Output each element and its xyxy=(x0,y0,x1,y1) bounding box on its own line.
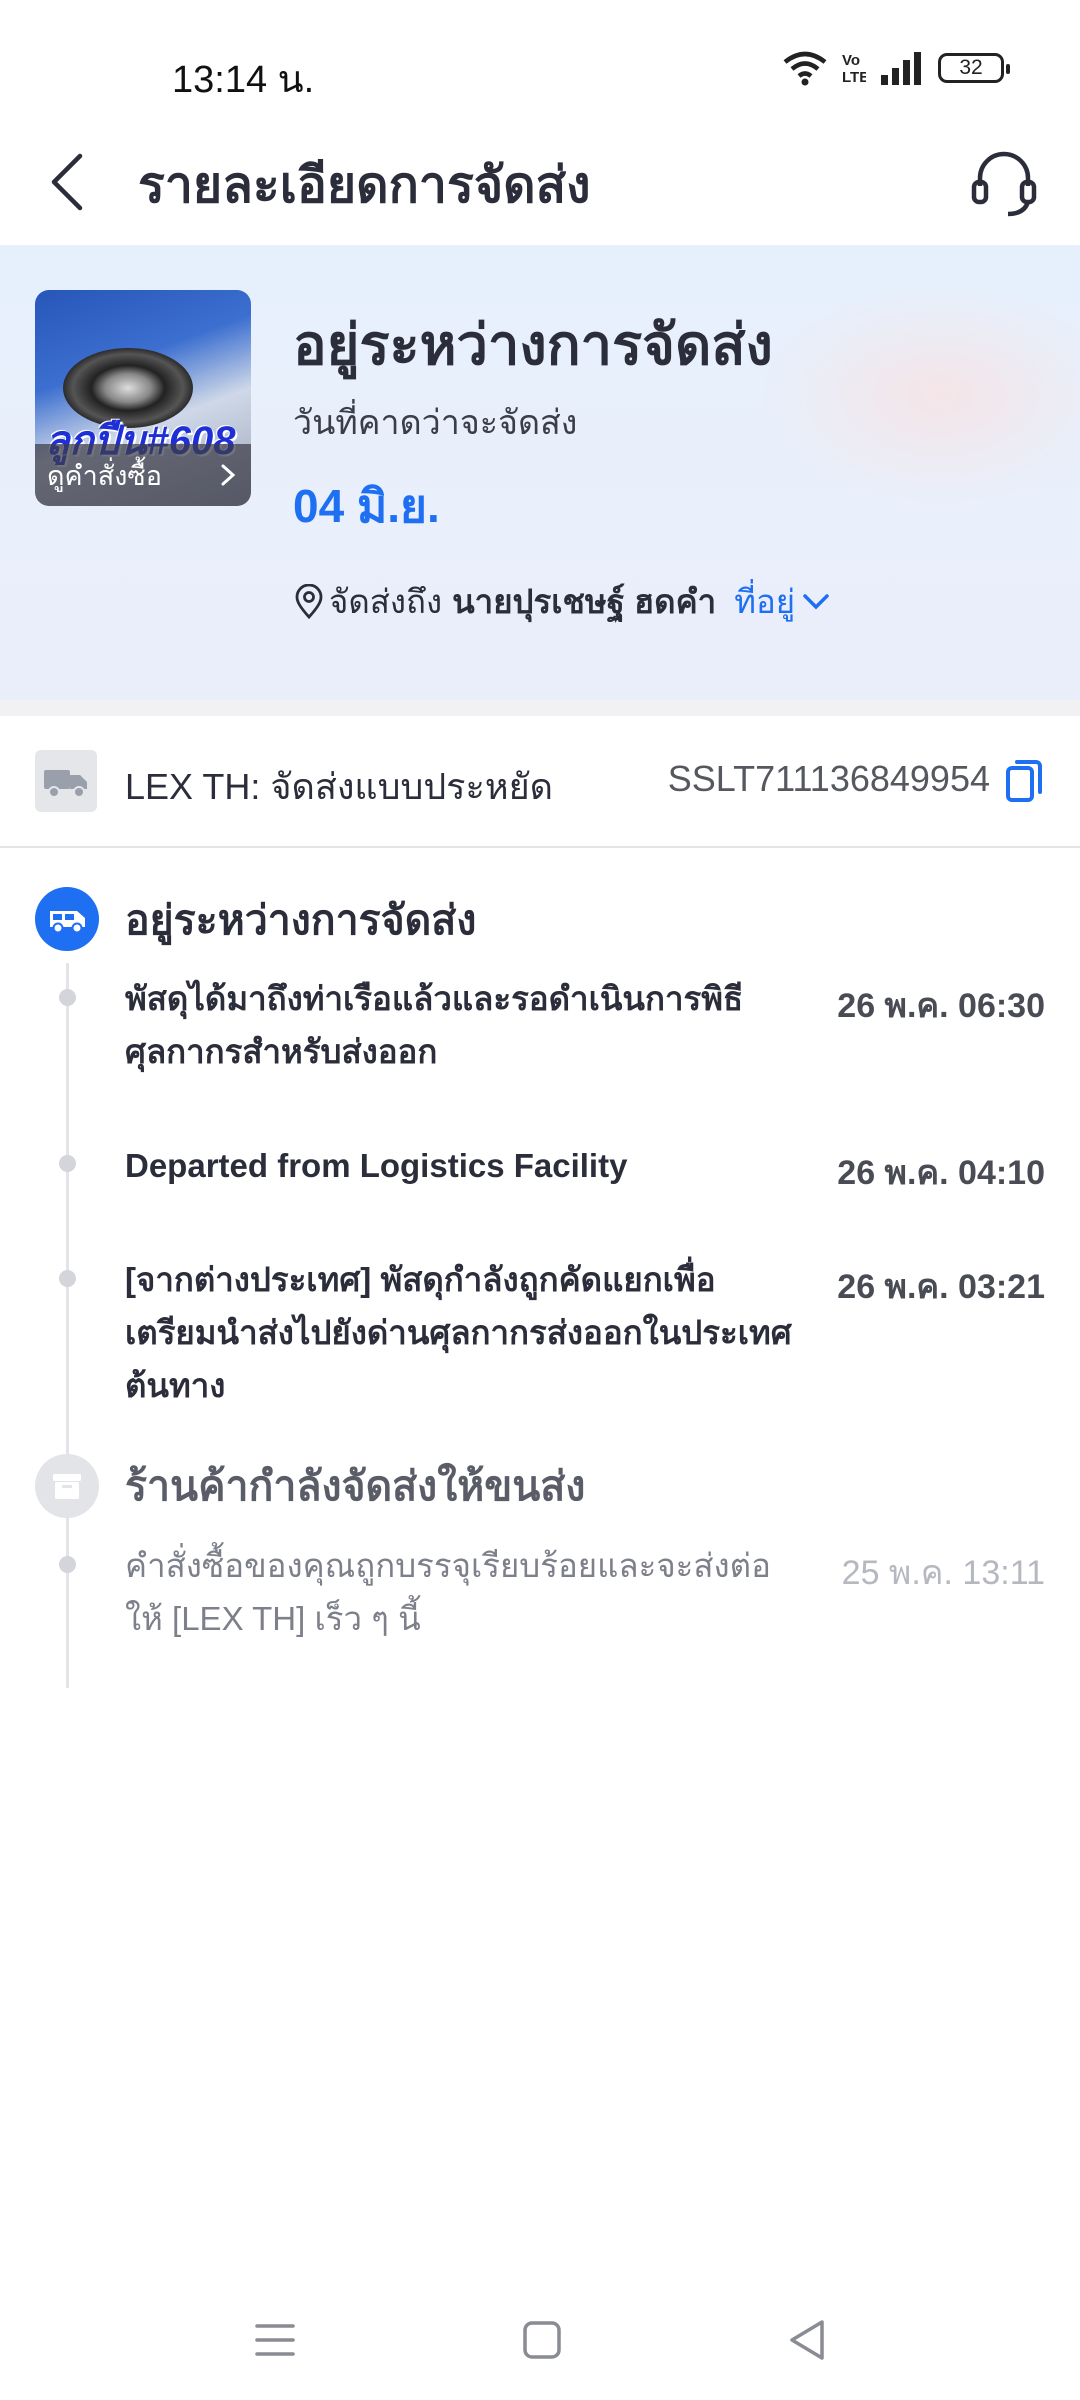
timeline-dot xyxy=(59,1556,76,1573)
svg-text:LTE: LTE xyxy=(842,69,866,86)
status-icons: Vo LTE 32 xyxy=(782,50,1010,86)
chevron-down-icon[interactable] xyxy=(801,591,831,613)
timeline-event-text: [จากต่างประเทศ] พัสดุกำลังถูกคัดแยกเพื่อ… xyxy=(125,1261,792,1404)
recipient-name: นายปุรเชษฐ์ ฮดคำ xyxy=(452,583,717,620)
estimated-date-label: วันที่คาดว่าจะจัดส่ง xyxy=(293,404,578,442)
timeline-event-text: Departed from Logistics Facility xyxy=(125,1147,628,1184)
product-thumbnail[interactable]: ลูกปืน#608 ดูคำสั่งซื้อ xyxy=(35,290,251,506)
location-pin-icon xyxy=(295,583,323,619)
menu-icon[interactable] xyxy=(245,2310,305,2370)
ship-to-label: จัดส่งถึง xyxy=(329,583,443,620)
status-time: 13:14 น. xyxy=(172,59,315,101)
back-arrow-icon[interactable] xyxy=(40,142,100,222)
timeline-event-time: 26 พ.ค. 03:21 xyxy=(837,1268,1045,1306)
hero-decoration xyxy=(760,285,1080,505)
headset-icon[interactable] xyxy=(964,142,1044,222)
box-icon xyxy=(35,1454,99,1518)
timeline-dot xyxy=(59,989,76,1006)
app-header: รายละเอียดการจัดส่ง xyxy=(0,120,1080,245)
battery-indicator: 32 xyxy=(938,53,1010,83)
timeline-dot xyxy=(59,1270,76,1287)
section-divider xyxy=(0,700,1080,716)
signal-icon xyxy=(881,52,921,85)
home-square-icon[interactable] xyxy=(512,2310,572,2370)
timeline-event-text: คำสั่งซื้อของคุณถูกบรรจุเรียบร้อยและจะส่… xyxy=(125,1547,771,1637)
shipping-address-row: จัดส่งถึง นายปุรเชษฐ์ ฮดคำ ที่อยู่ xyxy=(293,575,831,628)
timeline-event-time: 26 พ.ค. 06:30 xyxy=(837,987,1045,1025)
estimated-date: 04 มิ.ย. xyxy=(293,480,440,532)
battery-level: 32 xyxy=(959,56,983,79)
page-title: รายละเอียดการจัดส่ง xyxy=(138,157,591,213)
stage-title: ร้านค้ากำลังจัดส่งให้ขนส่ง xyxy=(125,1463,586,1509)
timeline-event-time: 26 พ.ค. 04:10 xyxy=(837,1154,1045,1192)
back-triangle-icon[interactable] xyxy=(778,2310,838,2370)
timeline-line xyxy=(66,963,69,1688)
svg-text:Vo: Vo xyxy=(842,52,860,69)
view-order-button[interactable]: ดูคำสั่งซื้อ xyxy=(35,444,251,506)
delivery-status: อยู่ระหว่างการจัดส่ง xyxy=(293,313,773,376)
address-link[interactable]: ที่อยู่ xyxy=(734,575,795,628)
system-navigation-bar xyxy=(0,2290,1080,2380)
copy-icon[interactable] xyxy=(1002,756,1046,806)
carrier-name: LEX TH: จัดส่งแบบประหยัด xyxy=(125,766,554,807)
tracking-number: SSLT711136849954 xyxy=(667,758,990,799)
carrier-row: LEX TH: จัดส่งแบบประหยัด SSLT71113684995… xyxy=(0,716,1080,848)
status-bar: 13:14 น. Vo LTE 32 xyxy=(0,0,1080,120)
chevron-right-icon xyxy=(221,464,236,486)
wifi-icon xyxy=(783,51,827,86)
timeline-event-time: 25 พ.ค. 13:11 xyxy=(841,1554,1045,1592)
timeline-event-text: พัสดุได้มาถึงท่าเรือแล้วและรอดำเนินการพิ… xyxy=(125,980,744,1070)
volte-icon: Vo LTE xyxy=(842,52,866,86)
stage-title: อยู่ระหว่างการจัดส่ง xyxy=(125,897,477,943)
timeline-dot xyxy=(59,1155,76,1172)
delivery-van-icon xyxy=(35,887,99,951)
shipment-summary: ลูกปืน#608 ดูคำสั่งซื้อ อยู่ระหว่างการจั… xyxy=(0,245,1080,700)
truck-icon xyxy=(35,750,97,812)
view-order-label: ดูคำสั่งซื้อ xyxy=(47,460,162,491)
